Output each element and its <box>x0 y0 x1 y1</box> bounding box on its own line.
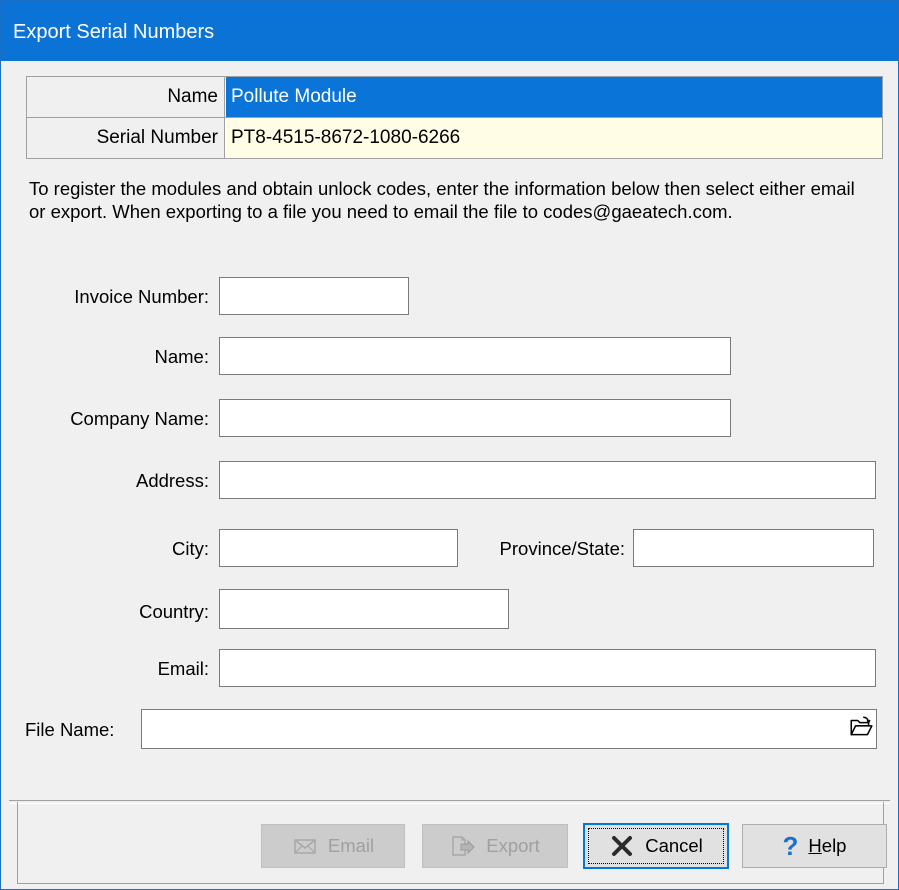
envelope-icon <box>292 834 318 858</box>
email-field[interactable] <box>219 649 876 687</box>
name-field[interactable] <box>219 337 731 375</box>
grid-row-serial-number[interactable]: Serial Number PT8-4515-8672-1080-6266 <box>27 117 882 158</box>
email-button-label: Email <box>327 835 375 856</box>
grid-value-serial-number[interactable]: PT8-4515-8672-1080-6266 <box>226 118 882 158</box>
province-state-label: Province/State: <box>499 538 625 559</box>
cancel-button[interactable]: Cancel <box>583 823 729 869</box>
folder-open-icon[interactable] <box>848 714 874 740</box>
help-button[interactable]: ? Help <box>742 824 887 868</box>
country-field[interactable] <box>219 589 509 629</box>
city-label: City: <box>172 538 209 559</box>
grid-header-serial-number: Serial Number <box>27 118 225 158</box>
file-name-field[interactable] <box>141 709 877 749</box>
help-mnemonic: H <box>808 835 822 856</box>
file-name-label: File Name: <box>25 719 115 740</box>
window-title: Export Serial Numbers <box>13 21 215 43</box>
country-label: Country: <box>139 601 209 622</box>
grid-row-name[interactable]: Name Pollute Module <box>27 77 882 117</box>
title-bar[interactable]: Export Serial Numbers <box>1 1 898 61</box>
name-label: Name: <box>154 346 210 367</box>
export-button-label: Export <box>486 835 540 856</box>
dialog-body: Name Pollute Module Serial Number PT8-45… <box>9 61 890 889</box>
invoice-number-label: Invoice Number: <box>74 286 209 307</box>
email-button[interactable]: Email <box>261 824 405 868</box>
company-name-field[interactable] <box>219 399 731 437</box>
help-label-rest: elp <box>821 835 847 856</box>
module-info-grid: Name Pollute Module Serial Number PT8-45… <box>26 76 883 159</box>
email-label: Email: <box>157 658 209 679</box>
focus-rectangle <box>588 828 724 864</box>
invoice-number-field[interactable] <box>219 277 409 315</box>
instructions-text: To register the modules and obtain unloc… <box>29 178 855 222</box>
help-button-label: Help <box>808 835 846 857</box>
province-state-field[interactable] <box>633 529 874 567</box>
grid-header-name: Name <box>27 77 225 117</box>
city-field[interactable] <box>219 529 458 567</box>
company-name-label: Company Name: <box>70 408 209 429</box>
export-serial-numbers-dialog: Export Serial Numbers Name Pollute Modul… <box>0 0 899 890</box>
question-icon: ? <box>782 831 799 861</box>
address-field[interactable] <box>219 461 876 499</box>
grid-value-name[interactable]: Pollute Module <box>226 77 882 117</box>
export-icon <box>450 834 476 858</box>
export-button[interactable]: Export <box>422 824 568 868</box>
address-label: Address: <box>135 470 209 491</box>
